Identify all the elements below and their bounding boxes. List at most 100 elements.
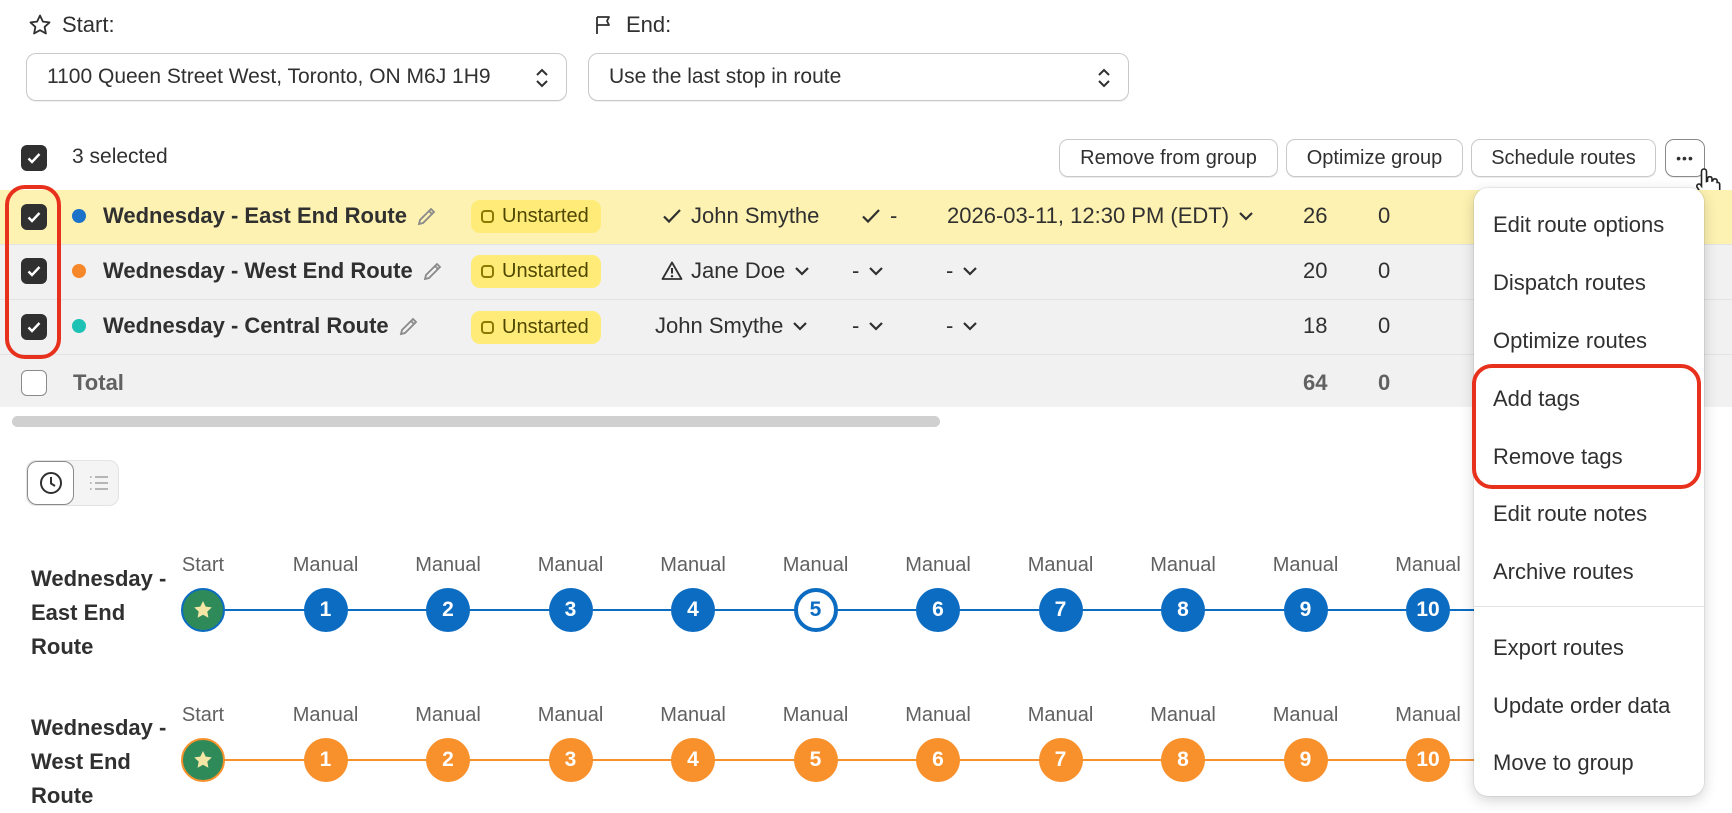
star-icon [194,751,212,768]
stop-type-label: Manual [905,704,971,726]
menu-item-optimize-routes[interactable]: Optimize routes [1493,328,1647,354]
stop-marker[interactable]: 2 [426,738,470,782]
stops-count: 18 [1303,313,1328,338]
pencil-icon[interactable] [415,204,439,228]
vehicle-cell[interactable]: - [860,203,897,229]
route-name-cell[interactable]: Wednesday - West End Route [103,258,445,284]
vehicle-value: - [890,203,898,228]
timeline-view-button[interactable] [27,461,74,505]
end-location-select[interactable]: Use the last stop in route [588,53,1129,101]
stop-type-label: Manual [1027,554,1094,576]
stop-marker[interactable]: 3 [548,588,593,632]
totals-checkbox[interactable] [21,370,47,396]
route-color-dot [72,319,86,333]
stop-marker[interactable]: 10 [1406,588,1450,632]
start-time-value: - [946,313,954,338]
stop-type-label: Manual [782,554,849,576]
start-time-cell[interactable]: - [946,313,979,339]
menu-item-update-order-data[interactable]: Update order data [1493,693,1670,719]
stop-type-label: Manual [415,554,481,576]
stop-marker[interactable]: 5 [793,588,838,632]
chevron-down-icon [869,322,884,331]
menu-item-move-to-group[interactable]: Move to group [1493,750,1634,776]
extra-count: 0 [1378,313,1391,338]
vehicle-cell[interactable]: - [852,258,885,284]
pencil-icon[interactable] [421,259,445,283]
stop-type-label: Manual [1027,704,1094,726]
status-ring-icon [481,210,494,223]
menu-item-edit-route-notes[interactable]: Edit route notes [1493,501,1647,527]
pencil-icon[interactable] [397,314,421,338]
menu-item-dispatch-routes[interactable]: Dispatch routes [1493,270,1646,296]
list-view-button[interactable] [79,461,118,505]
list-icon [90,476,108,490]
stop-type-label: Manual [660,704,726,726]
start-time-cell[interactable]: 2026-03-11, 12:30 PM (EDT) [947,203,1255,229]
optimize-group-button[interactable]: Optimize group [1286,139,1463,177]
horizontal-scrollbar[interactable] [12,416,940,427]
vehicle-cell[interactable]: - [852,313,885,339]
stop-type-label: Manual [1395,704,1461,726]
stop-marker[interactable]: 6 [916,588,960,632]
start-stop-marker[interactable] [181,738,225,782]
stop-type-label: Manual [537,704,604,726]
start-location-select[interactable]: 1100 Queen Street West, Toronto, ON M6J … [26,53,567,101]
stops-count: 26 [1303,203,1328,228]
totals-stops: 64 [1303,370,1328,395]
stop-marker[interactable]: 2 [426,588,470,632]
totals-label: Total [73,370,124,395]
status-badge: Unstarted [471,255,601,288]
remove-from-group-button[interactable]: Remove from group [1059,139,1278,177]
stop-type-label: Manual [537,554,604,576]
star-icon [194,601,212,618]
stop-marker[interactable]: 9 [1283,588,1328,632]
stop-marker[interactable]: 3 [548,738,593,782]
driver-cell[interactable]: John Smythe [661,203,819,229]
status-badge: Unstarted [471,200,601,233]
flag-icon [596,16,610,34]
select-all-checkbox[interactable] [21,145,47,171]
timeline-route-name: Wednesday - West End Route [31,715,167,808]
stop-marker[interactable]: 9 [1283,738,1328,782]
driver-cell[interactable]: John Smythe [655,313,809,339]
stop-marker[interactable]: 4 [671,738,715,782]
status-ring-icon [481,321,494,334]
stop-marker[interactable]: 1 [303,588,348,632]
stop-marker[interactable]: 7 [1038,738,1083,782]
route-color-dot [72,209,86,223]
schedule-routes-button[interactable]: Schedule routes [1471,139,1656,177]
chevron-down-icon [963,267,978,276]
route-color-dot [72,264,86,278]
stop-type-label: Manual [1395,554,1461,576]
stop-marker[interactable]: 4 [671,588,715,632]
tags-highlight [1472,364,1701,489]
menu-item-edit-route-options[interactable]: Edit route options [1493,212,1664,238]
stop-marker[interactable]: 1 [303,738,348,782]
menu-item-export-routes[interactable]: Export routes [1493,635,1624,661]
chevron-down-icon [869,267,884,276]
view-toggle[interactable] [26,460,119,506]
driver-name: Jane Doe [691,258,786,283]
start-time-value: - [946,258,954,283]
stop-marker[interactable]: 8 [1161,738,1205,782]
status-text: Unstarted [502,316,589,338]
stop-marker[interactable]: 7 [1038,588,1083,632]
stop-marker[interactable]: 8 [1161,588,1205,632]
start-time-cell[interactable]: - [946,258,979,284]
menu-item-archive-routes[interactable]: Archive routes [1493,559,1634,585]
extra-count: 0 [1378,258,1391,283]
end-location-value: Use the last stop in route [609,65,842,88]
driver-cell[interactable]: Jane Doe [661,258,811,284]
stop-marker[interactable]: 6 [916,738,960,782]
stop-marker[interactable]: 5 [793,738,838,782]
status-text: Unstarted [502,205,589,227]
start-stop-marker[interactable] [181,588,225,632]
route-name-cell[interactable]: Wednesday - Central Route [103,313,421,339]
stop-type-label: Manual [1272,704,1339,726]
stop-marker[interactable]: 10 [1406,738,1450,782]
status-ring-icon [481,265,494,278]
route-name-cell[interactable]: Wednesday - East End Route [103,203,439,229]
start-stop-label: Start [181,704,225,726]
check-icon [862,209,880,224]
stop-type-label: Manual [660,554,726,576]
